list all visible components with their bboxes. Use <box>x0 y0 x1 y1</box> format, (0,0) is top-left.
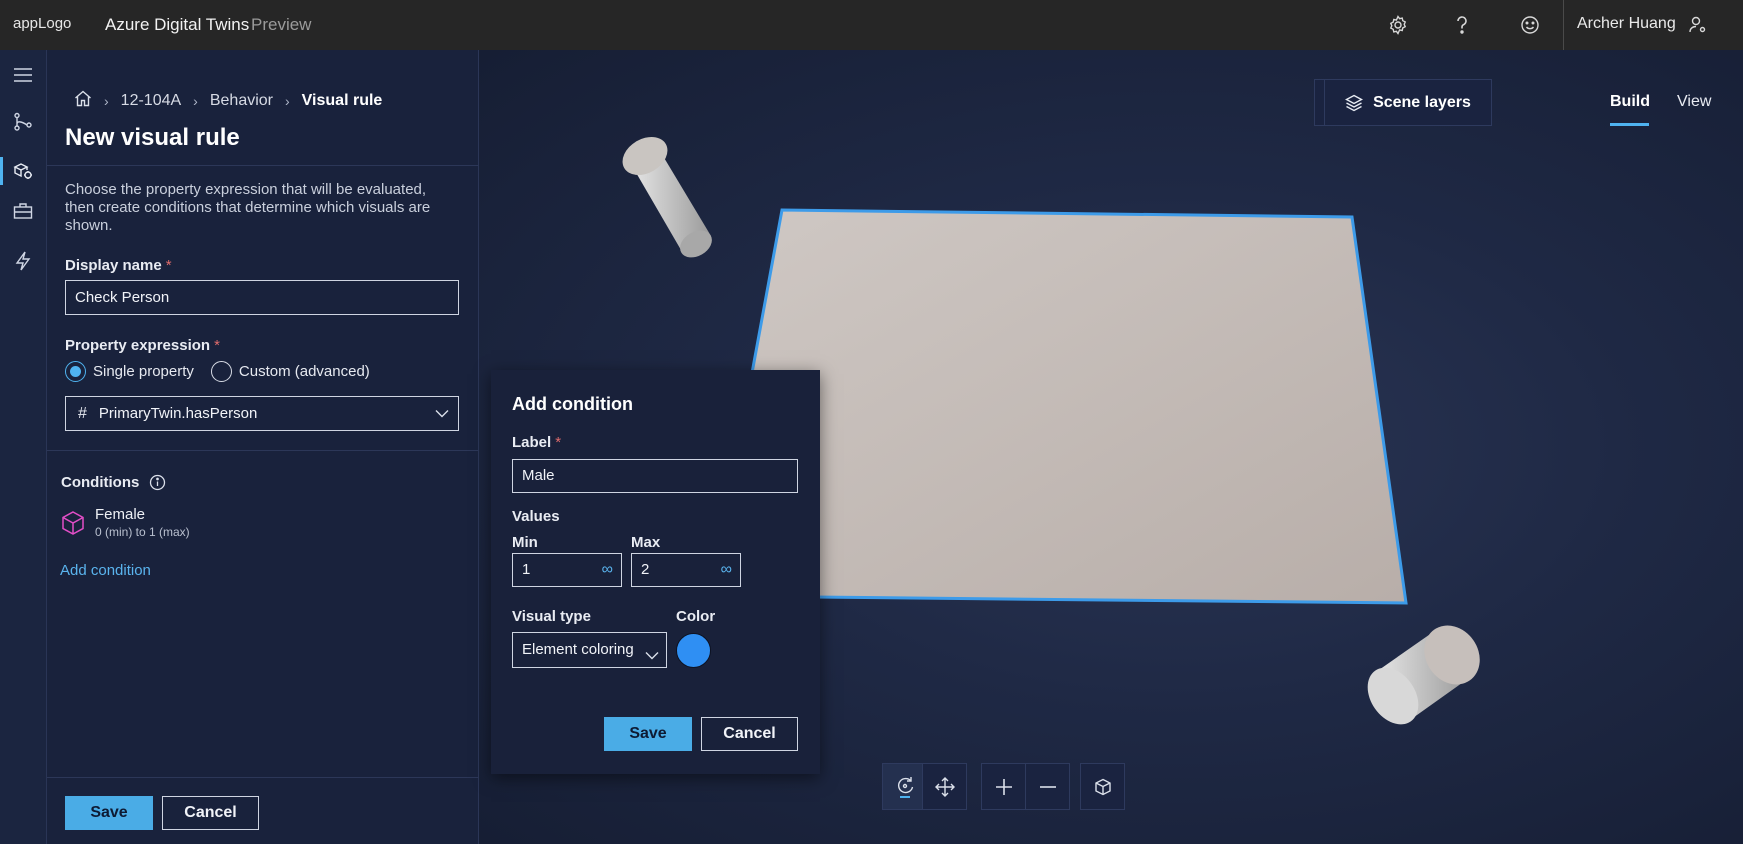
gear-icon[interactable] <box>1384 11 1412 39</box>
cylinder-object <box>1367 625 1480 725</box>
label-input[interactable]: Male <box>512 459 798 493</box>
save-button[interactable]: Save <box>65 796 153 830</box>
condition-range: 0 (min) to 1 (max) <box>95 525 190 539</box>
help-icon[interactable] <box>1448 11 1476 39</box>
condition-item[interactable]: Female 0 (min) to 1 (max) <box>61 506 190 541</box>
info-icon[interactable] <box>149 474 166 491</box>
property-mode-radio-group: Single property Custom (advanced) <box>65 361 370 382</box>
infinity-icon[interactable]: ∞ <box>721 562 732 578</box>
breadcrumb-current: Visual rule <box>301 92 383 109</box>
color-label: Color <box>676 608 716 625</box>
top-bar: appLogo Azure Digital Twins Preview Arch… <box>0 0 1743 50</box>
divider <box>47 450 479 451</box>
min-input[interactable]: 1 ∞ <box>512 553 622 587</box>
property-select[interactable]: # PrimaryTwin.hasPerson <box>65 396 459 431</box>
chevron-right-icon: › <box>193 93 198 109</box>
user-name[interactable]: Archer Huang <box>1577 15 1676 33</box>
infinity-icon[interactable]: ∞ <box>602 562 613 578</box>
tab-view[interactable]: View <box>1677 93 1711 111</box>
zoom-in-icon[interactable] <box>981 763 1026 810</box>
min-label: Min <box>512 534 538 551</box>
label-field-label: Label * <box>512 434 562 451</box>
max-label: Max <box>631 534 661 551</box>
conditions-header: Conditions <box>61 474 166 491</box>
menu-icon[interactable] <box>9 61 37 89</box>
cylinder-object <box>622 137 712 258</box>
chevron-right-icon: › <box>104 93 109 109</box>
tab-build[interactable]: Build <box>1610 93 1650 111</box>
zoom-out-icon[interactable] <box>1025 763 1070 810</box>
left-nav-rail <box>0 50 47 844</box>
person-settings-icon[interactable] <box>1684 11 1712 39</box>
dialog-save-button[interactable]: Save <box>604 717 692 751</box>
condition-name: Female <box>95 506 146 523</box>
breadcrumb-item[interactable]: 12-104A <box>121 92 182 110</box>
app-logo: appLogo <box>13 15 72 32</box>
property-value: PrimaryTwin.hasPerson <box>98 405 258 422</box>
app-title: Azure Digital Twins <box>105 15 250 34</box>
color-swatch-button[interactable] <box>676 633 711 668</box>
single-property-radio[interactable] <box>65 361 86 382</box>
display-name-input[interactable]: Check Person <box>65 280 459 315</box>
max-input[interactable]: 2 ∞ <box>631 553 741 587</box>
active-indicator <box>0 157 3 185</box>
feedback-smiley-icon[interactable] <box>1516 11 1544 39</box>
topbar-divider <box>1563 0 1564 50</box>
scene-builder-icon[interactable] <box>9 157 37 185</box>
layers-icon <box>1345 94 1364 111</box>
description: Choose the property expression that will… <box>65 181 431 234</box>
divider <box>47 777 479 778</box>
visual-type-select[interactable]: Element coloring <box>512 632 667 668</box>
cube-icon <box>61 510 85 541</box>
chevron-down-icon <box>434 405 450 425</box>
add-condition-link[interactable]: Add condition <box>60 562 151 579</box>
toolbox-icon[interactable] <box>9 197 37 225</box>
preview-badge: Preview <box>251 15 312 34</box>
add-condition-dialog: Add condition Label * Male Values Min Max… <box>491 370 820 774</box>
scene-layers-button[interactable]: Scene layers <box>1324 79 1492 126</box>
single-property-label[interactable]: Single property <box>93 363 194 380</box>
divider <box>47 165 479 166</box>
breadcrumb-item[interactable]: Behavior <box>210 92 273 110</box>
display-name-label: Display name * <box>65 257 172 274</box>
dialog-cancel-button[interactable]: Cancel <box>701 717 798 751</box>
active-tab-indicator <box>1610 123 1649 126</box>
reset-camera-icon[interactable] <box>1080 763 1125 810</box>
values-label: Values <box>512 508 560 525</box>
custom-advanced-radio[interactable] <box>210 361 232 382</box>
events-icon[interactable] <box>9 247 37 275</box>
orbit-icon[interactable] <box>882 763 927 810</box>
home-icon[interactable] <box>74 90 92 112</box>
visual-rule-panel: › 12-104A › Behavior › Visual rule New v… <box>47 50 479 844</box>
twin-graph-icon[interactable] <box>9 108 37 136</box>
pan-icon[interactable] <box>922 763 967 810</box>
hash-icon: # <box>78 404 87 422</box>
page-title: New visual rule <box>65 124 240 151</box>
chevron-down-icon <box>644 642 660 676</box>
custom-advanced-label[interactable]: Custom (advanced) <box>239 363 370 380</box>
breadcrumb: › 12-104A › Behavior › Visual rule <box>74 90 382 112</box>
property-expression-label: Property expression * <box>65 337 220 354</box>
visual-type-label: Visual type <box>512 608 591 625</box>
cancel-button[interactable]: Cancel <box>162 796 259 830</box>
dialog-title: Add condition <box>512 394 633 414</box>
chevron-right-icon: › <box>285 93 290 109</box>
